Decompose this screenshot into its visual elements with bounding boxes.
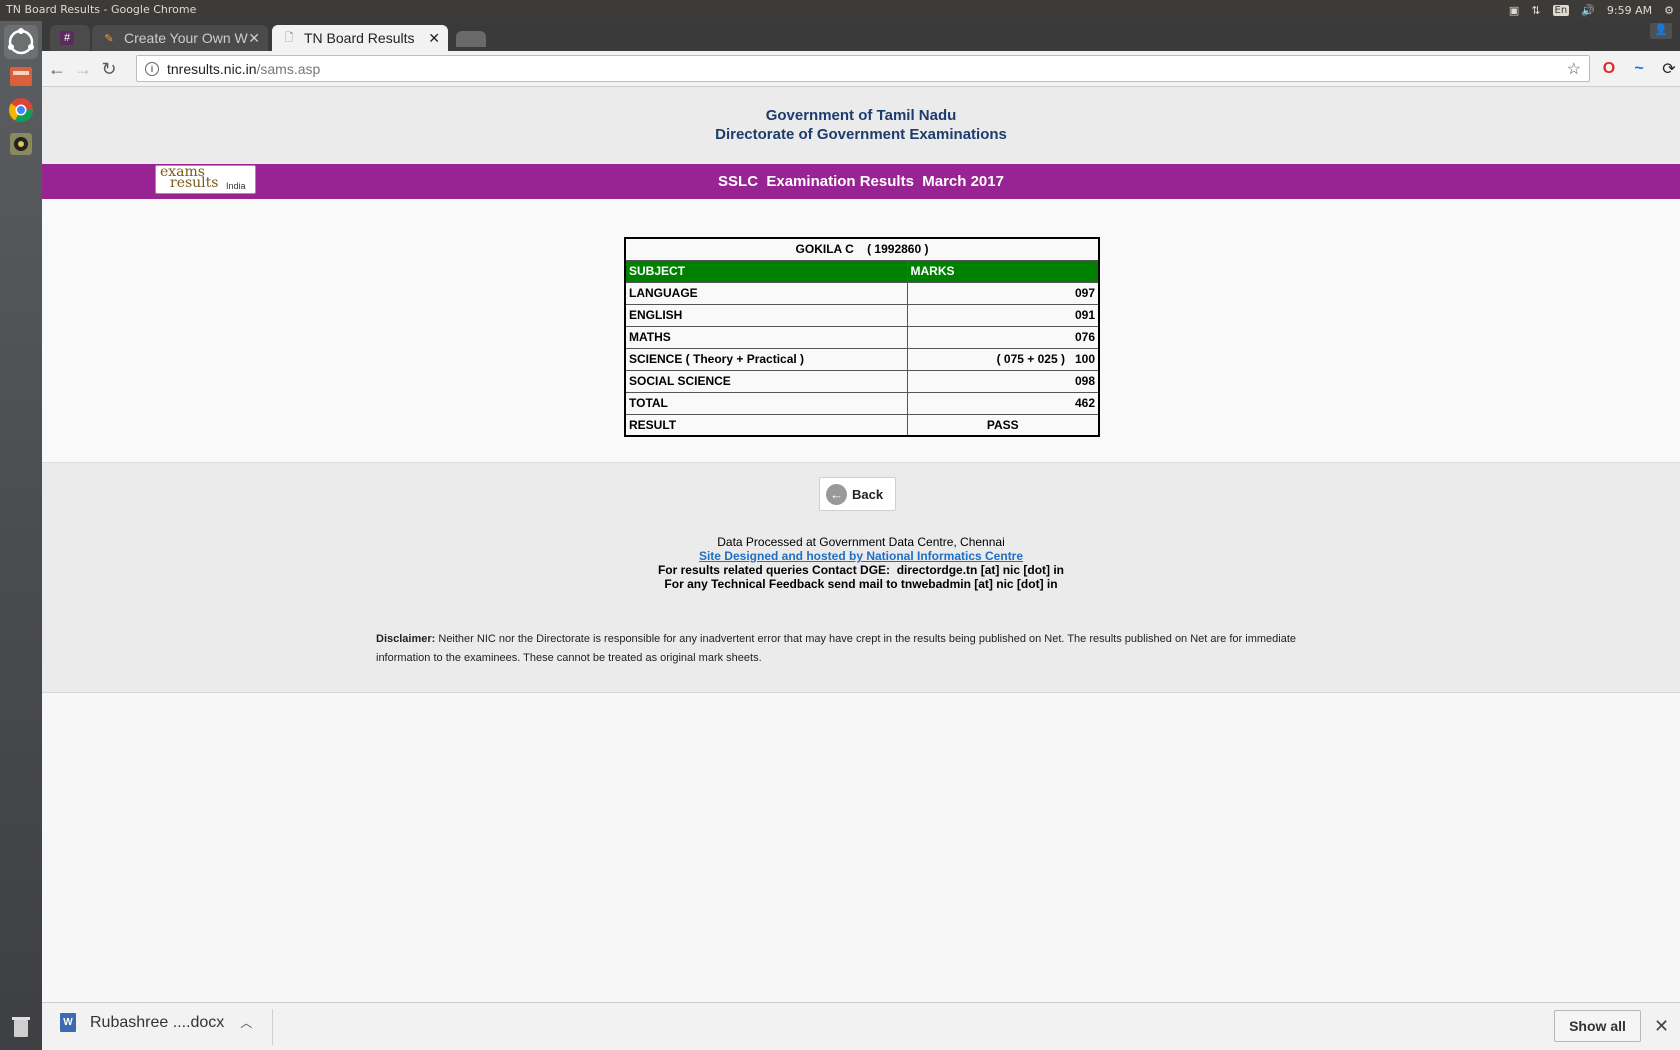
tab-label: Create Your Own W — [124, 30, 248, 46]
close-tab-icon[interactable]: ✕ — [428, 30, 440, 47]
url-host: tnresults.nic.in — [167, 60, 257, 77]
subject-cell: LANGUAGE — [624, 281, 908, 305]
back-circle-arrow-icon: ← — [826, 483, 847, 505]
student-name: GOKILA C ( 1992860 ) — [624, 237, 1100, 261]
footer-section: ← Back Data Processed at Government Data… — [42, 463, 1680, 693]
close-tab-icon[interactable]: ✕ — [248, 30, 260, 47]
marks-cell: 098 — [906, 369, 1100, 393]
back-arrow-icon[interactable]: ← — [46, 58, 68, 80]
ubuntu-dash-icon[interactable] — [4, 25, 38, 59]
window-title: TN Board Results - Google Chrome — [6, 3, 197, 16]
network-arrows-icon[interactable]: ⇅ — [1531, 4, 1540, 17]
table-row: TOTAL 462 — [624, 391, 1100, 415]
tab-slack[interactable]: # — [50, 25, 90, 51]
back-label: Back — [852, 486, 884, 502]
address-bar[interactable]: i tnresults.nic.in/sams.asp ☆ — [136, 55, 1590, 82]
clock[interactable]: 9:59 AM — [1607, 4, 1652, 17]
document-icon: 🗋 — [284, 31, 294, 44]
marks-cell: 097 — [906, 281, 1100, 305]
sync-extension-icon[interactable]: ⟳ — [1659, 59, 1679, 79]
banner-title: SSLC Examination Results March 2017 — [718, 173, 1004, 190]
header-government: Government of Tamil Nadu — [765, 107, 957, 124]
result-label: RESULT — [624, 413, 908, 437]
chrome-app-icon[interactable] — [4, 93, 38, 127]
back-button[interactable]: ← Back — [819, 477, 896, 511]
subject-cell: MATHS — [624, 325, 908, 349]
table-header-row: SUBJECT MARKS — [624, 259, 1100, 283]
marks-cell: ( 075 + 025 ) 100 — [906, 347, 1100, 371]
tab-strip: # ✎ Create Your Own W ✕ 🗋 TN Board Resul… — [42, 21, 1680, 51]
marks-header: MARKS — [906, 259, 1100, 283]
page-header: Government of Tamil Nadu Directorate of … — [42, 87, 1680, 164]
volume-icon[interactable]: 🔊 — [1581, 4, 1595, 17]
subject-cell: SOCIAL SCIENCE — [624, 369, 908, 393]
extension-wave-icon[interactable]: ~ — [1629, 59, 1649, 79]
bookmark-star-icon[interactable]: ☆ — [1567, 59, 1581, 79]
settings-gear-icon[interactable]: ⚙ — [1664, 4, 1674, 17]
table-row: SOCIAL SCIENCE 098 — [624, 369, 1100, 393]
nic-site-link[interactable]: Site Designed and hosted by National Inf… — [699, 549, 1023, 563]
table-row: LANGUAGE 097 — [624, 281, 1100, 305]
marks-table: GOKILA C ( 1992860 ) SUBJECT MARKS LANGU… — [624, 237, 1100, 437]
close-icon[interactable]: ✕ — [1654, 1016, 1669, 1037]
subject-cell: ENGLISH — [624, 303, 908, 327]
contact-text: For results related queries Contact DGE:… — [657, 563, 1065, 577]
subject-cell: TOTAL — [624, 391, 908, 415]
info-icon[interactable]: i — [145, 61, 159, 76]
opera-extension-icon[interactable]: O — [1599, 59, 1619, 79]
marks-cell: 076 — [906, 325, 1100, 349]
result-value: PASS — [906, 413, 1100, 437]
data-processed-text: Data Processed at Government Data Centre… — [717, 535, 1005, 549]
table-row: ENGLISH 091 — [624, 303, 1100, 327]
files-app-icon[interactable] — [4, 59, 38, 93]
marks-cell: 462 — [906, 391, 1100, 415]
table-row: SCIENCE ( Theory + Practical ) ( 075 + 0… — [624, 347, 1100, 371]
profile-icon[interactable]: 👤 — [1650, 23, 1672, 39]
download-file-name: Rubashree ....docx — [90, 1013, 225, 1031]
table-row: MATHS 076 — [624, 325, 1100, 349]
keyboard-layout-indicator[interactable]: En — [1552, 5, 1570, 16]
header-directorate: Directorate of Government Examinations — [715, 126, 1007, 143]
reload-icon[interactable]: ↻ — [98, 58, 120, 80]
nic-credit: Site Designed and hosted by National Inf… — [42, 549, 1680, 563]
results-banner: exams results India SSLC Examination Res… — [42, 164, 1680, 199]
media-app-icon[interactable] — [4, 127, 38, 161]
result-row: RESULT PASS — [624, 413, 1100, 437]
slack-icon: # — [60, 31, 74, 45]
show-all-button[interactable]: Show all — [1554, 1010, 1641, 1042]
download-shelf: W Rubashree ....docx ︿ Show all ✕ — [42, 1002, 1680, 1050]
trash-icon[interactable] — [4, 1009, 38, 1043]
page-icon: ✎ — [104, 32, 114, 45]
disclaimer: Disclaimer: Neither NIC nor the Director… — [376, 630, 1306, 668]
new-tab-button[interactable] — [456, 31, 486, 47]
marks-cell: 091 — [906, 303, 1100, 327]
web-page: Government of Tamil Nadu Directorate of … — [42, 87, 1680, 1002]
unity-launcher — [0, 21, 42, 1050]
forward-arrow-icon[interactable]: → — [72, 58, 94, 80]
subject-cell: SCIENCE ( Theory + Practical ) — [624, 347, 908, 371]
tab-tn-board-results[interactable]: 🗋 TN Board Results ✕ — [272, 25, 448, 51]
divider — [272, 1009, 273, 1045]
network-monitor-icon[interactable]: ▣ — [1509, 4, 1519, 17]
os-top-panel: TN Board Results - Google Chrome ▣ ⇅ En … — [0, 0, 1680, 21]
chevron-up-icon[interactable]: ︿ — [240, 1014, 252, 1031]
result-section: GOKILA C ( 1992860 ) SUBJECT MARKS LANGU… — [42, 199, 1680, 463]
download-item[interactable]: W Rubashree ....docx ︿ — [60, 1013, 252, 1032]
system-tray: ▣ ⇅ En 🔊 9:59 AM ⚙ — [1509, 1, 1674, 20]
disclaimer-label: Disclaimer: — [376, 633, 436, 645]
browser-toolbar: ← → ↻ i tnresults.nic.in/sams.asp ☆ O ~ … — [42, 51, 1680, 87]
tab-create-your-own[interactable]: ✎ Create Your Own W ✕ — [92, 25, 268, 51]
feedback-text: For any Technical Feedback send mail to … — [664, 577, 1058, 591]
disclaimer-text: Neither NIC nor the Directorate is respo… — [376, 633, 1296, 664]
url-path: /sams.asp — [256, 60, 321, 77]
word-document-icon: W — [60, 1013, 76, 1032]
subject-header: SUBJECT — [624, 259, 908, 283]
tab-label: TN Board Results — [304, 30, 415, 46]
browser-frame: # ✎ Create Your Own W ✕ 🗋 TN Board Resul… — [42, 21, 1680, 87]
